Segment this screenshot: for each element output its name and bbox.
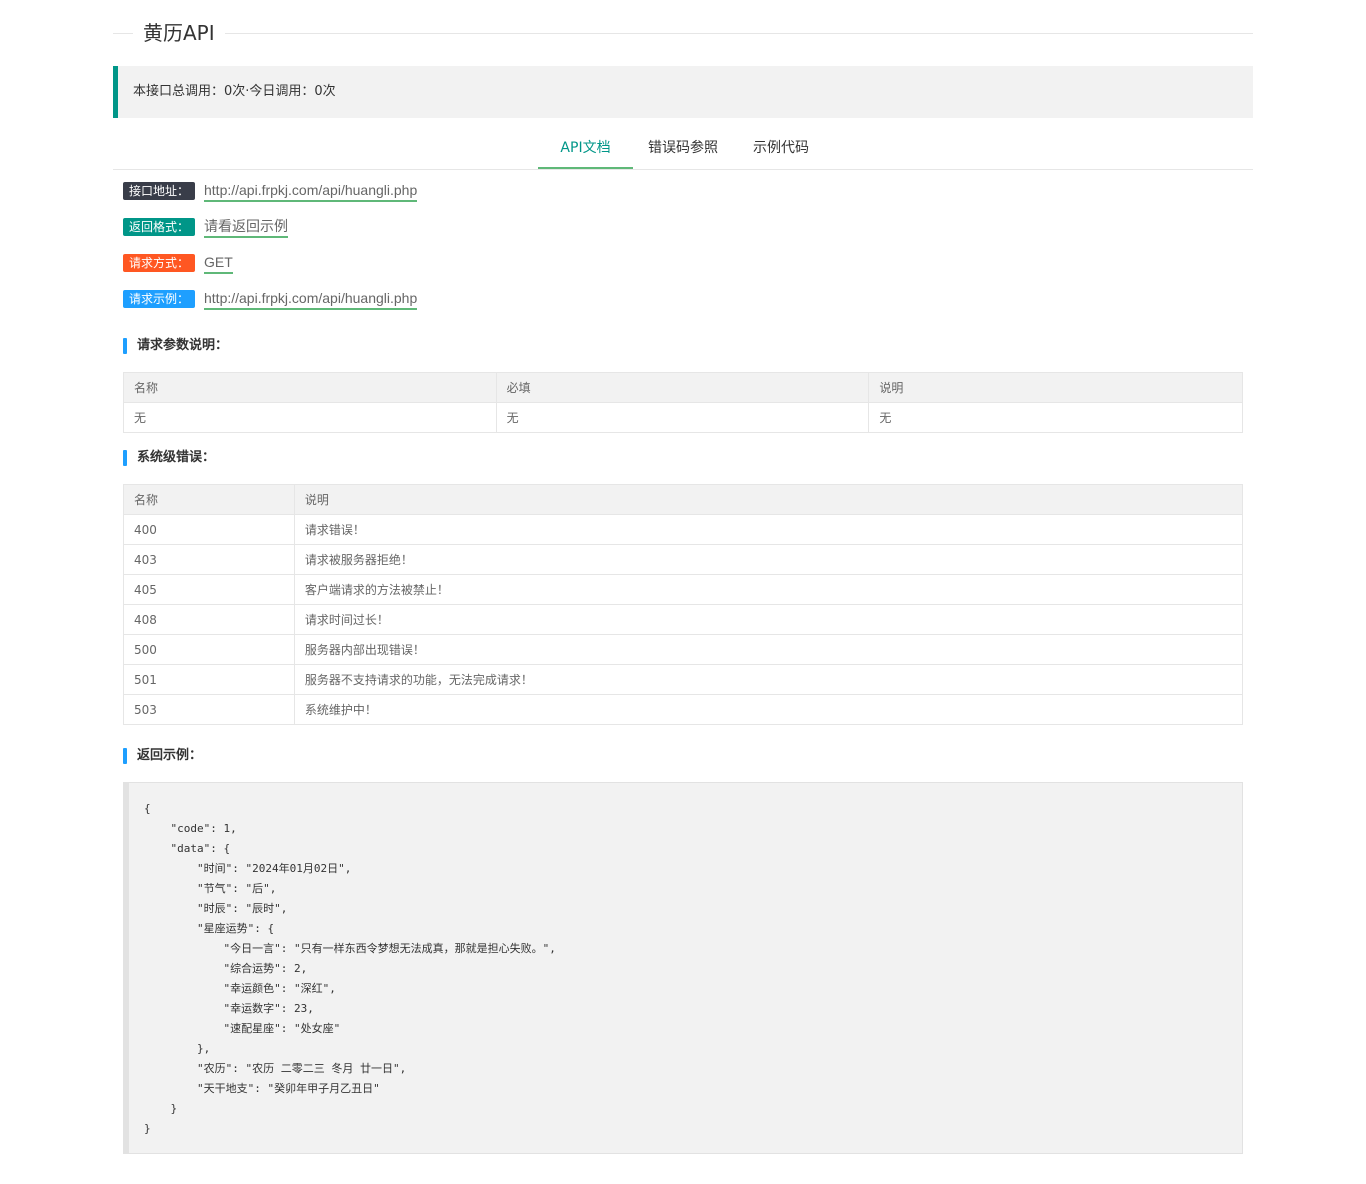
section-errors-title: 系统级错误： (137, 450, 216, 465)
error-code-cell: 400 (123, 514, 295, 545)
param-name-cell: 无 (123, 402, 497, 433)
table-row: 405 客户端请求的方法被禁止！ (123, 574, 1244, 605)
col-desc-header: 说明 (293, 484, 1244, 515)
error-desc-cell: 请求被服务器拒绝！ (293, 544, 1244, 575)
title-divider-right (225, 33, 1253, 34)
error-code-cell: 501 (123, 664, 295, 695)
error-code-cell: 500 (123, 634, 295, 665)
title-divider-left (113, 33, 133, 34)
error-desc-cell: 客户端请求的方法被禁止！ (293, 574, 1244, 605)
error-desc-cell: 请求时间过长！ (293, 604, 1244, 635)
title-fieldset: 黄历API (113, 18, 1253, 48)
return-example-code-block[interactable]: { "code": 1, "data": { "时间": "2024年01月02… (123, 782, 1243, 1154)
table-row: 503 系统维护中！ (123, 694, 1244, 725)
call-stats-text: 本接口总调用：0次·今日调用：0次 (133, 84, 336, 99)
table-row: 无 无 无 (123, 402, 1243, 433)
example-link[interactable]: http://api.frpkj.com/api/huangli.php (204, 288, 418, 310)
param-desc-cell: 无 (868, 402, 1243, 433)
error-code-cell: 503 (123, 694, 295, 725)
endpoint-link[interactable]: http://api.frpkj.com/api/huangli.php (204, 180, 418, 202)
col-desc-header: 说明 (868, 372, 1243, 403)
table-row: 403 请求被服务器拒绝！ (123, 544, 1244, 575)
table-header-row: 名称 必填 说明 (123, 372, 1243, 403)
table-row: 408 请求时间过长！ (123, 604, 1244, 635)
col-name-header: 名称 (123, 372, 497, 403)
table-row: 500 服务器内部出现错误！ (123, 634, 1244, 665)
tab-bar: API文档 错误码参照 示例代码 (113, 128, 1253, 170)
method-link[interactable]: GET (204, 252, 233, 274)
error-desc-cell: 请求错误！ (293, 514, 1244, 545)
table-row: 400 请求错误！ (123, 514, 1244, 545)
error-desc-cell: 服务器内部出现错误！ (293, 634, 1244, 665)
example-badge: 请求示例： (123, 290, 195, 308)
endpoint-badge: 接口地址： (123, 182, 195, 200)
col-required-header: 必填 (495, 372, 870, 403)
section-params-title: 请求参数说明： (137, 338, 229, 353)
return-example-code[interactable]: { "code": 1, "data": { "时间": "2024年01月02… (144, 799, 556, 1139)
section-example-title: 返回示例： (137, 748, 203, 763)
format-badge: 返回格式： (123, 218, 195, 236)
section-marker (123, 338, 127, 354)
section-marker (123, 450, 127, 466)
section-marker (123, 748, 127, 764)
params-table: 名称 必填 说明 无 无 无 (123, 372, 1243, 433)
table-header-row: 名称 说明 (123, 484, 1244, 515)
tab-sample-code[interactable]: 示例代码 (741, 128, 821, 168)
table-row: 501 服务器不支持请求的功能，无法完成请求！ (123, 664, 1244, 695)
errors-table: 名称 说明 400 请求错误！ 403 请求被服务器拒绝！ 405 客户端请求的… (123, 484, 1244, 725)
error-code-cell: 403 (123, 544, 295, 575)
error-code-cell: 405 (123, 574, 295, 605)
error-desc-cell: 服务器不支持请求的功能，无法完成请求！ (293, 664, 1244, 695)
tab-api-docs[interactable]: API文档 (538, 128, 633, 169)
tab-error-codes[interactable]: 错误码参照 (643, 128, 723, 168)
page-title: 黄历API (143, 21, 215, 45)
format-link[interactable]: 请看返回示例 (204, 216, 288, 238)
call-stats-box: 本接口总调用：0次·今日调用：0次 (113, 66, 1253, 118)
param-required-cell: 无 (495, 402, 870, 433)
error-desc-cell: 系统维护中！ (293, 694, 1244, 725)
method-badge: 请求方式： (123, 254, 195, 272)
error-code-cell: 408 (123, 604, 295, 635)
col-code-header: 名称 (123, 484, 295, 515)
